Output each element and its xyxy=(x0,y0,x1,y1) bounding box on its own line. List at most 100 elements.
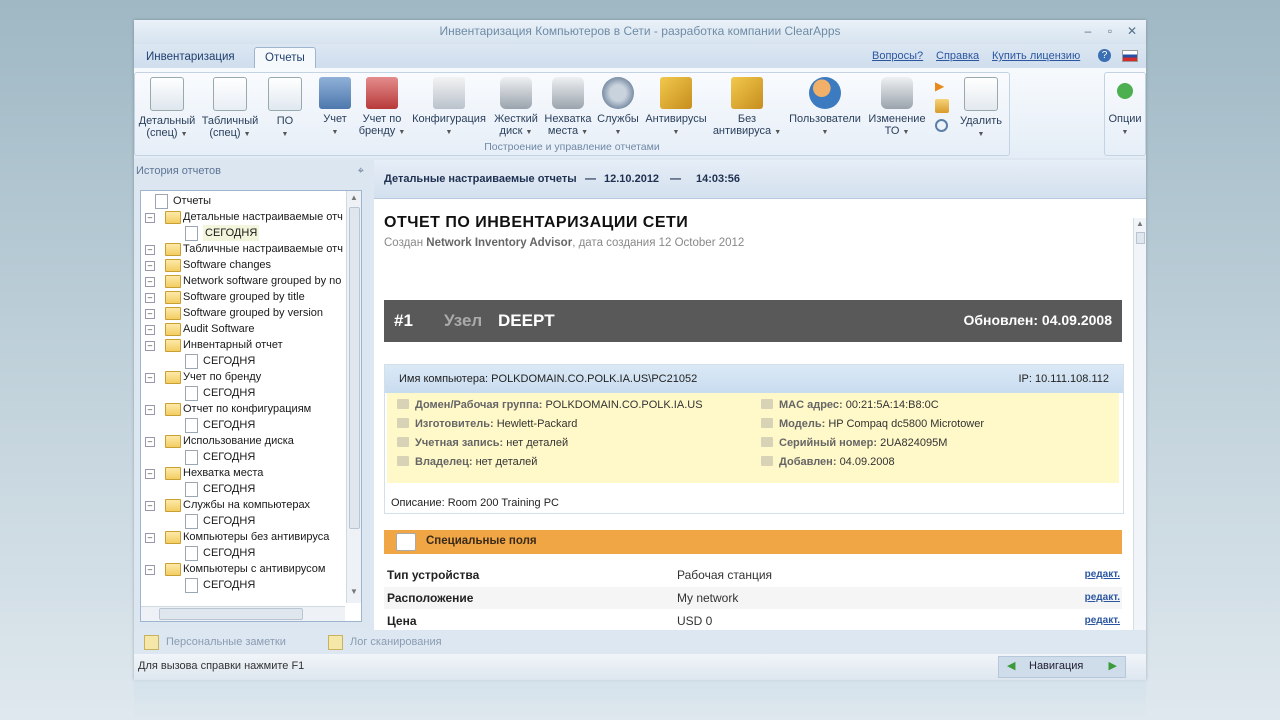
report-vertical-scrollbar[interactable]: ▲ xyxy=(1133,218,1146,630)
tree-item[interactable]: – Учет по бренду xyxy=(141,369,345,385)
software-button[interactable]: ПО ▼ xyxy=(265,77,305,141)
no-antivirus-icon xyxy=(731,77,763,109)
tree-item[interactable]: – Software changes xyxy=(141,257,345,273)
brand-button[interactable]: Учет по бренду ▼ xyxy=(357,77,407,139)
questions-link[interactable]: Вопросы? xyxy=(872,50,923,62)
tree-item[interactable]: СЕГОДНЯ xyxy=(141,417,345,433)
tree-expander-icon[interactable]: – xyxy=(145,341,155,351)
tree-item[interactable]: – Software grouped by version xyxy=(141,305,345,321)
tree-item[interactable]: – Табличные настраиваемые отч xyxy=(141,241,345,257)
edit-link[interactable]: редакт. xyxy=(1085,587,1120,609)
tree-item[interactable]: СЕГОДНЯ xyxy=(141,545,345,561)
users-button[interactable]: Пользователи ▼ xyxy=(785,77,865,139)
forward-arrow-icon[interactable]: ▶ xyxy=(1109,659,1117,672)
folder-icon xyxy=(165,211,181,224)
tree-expander-icon[interactable]: – xyxy=(145,261,155,271)
no-antivirus-button[interactable]: Без антивируса ▼ xyxy=(711,77,783,139)
tree-item[interactable]: Отчеты xyxy=(141,193,345,209)
tree-expander-icon[interactable]: – xyxy=(145,373,155,383)
inventory-button[interactable]: Учет ▼ xyxy=(315,77,355,139)
folder-icon xyxy=(165,531,181,544)
tree-item[interactable]: – Отчет по конфигурациям xyxy=(141,401,345,417)
edit-link[interactable]: редакт. xyxy=(1085,610,1120,632)
tree-item[interactable]: СЕГОДНЯ xyxy=(141,449,345,465)
tree-item-label: Учет по бренду xyxy=(183,371,262,383)
tree-expander-icon[interactable]: – xyxy=(145,309,155,319)
tree-expander-icon[interactable]: – xyxy=(145,277,155,287)
table-report-button[interactable]: Табличный (спец) ▼ xyxy=(199,77,261,141)
russian-flag-icon[interactable] xyxy=(1122,50,1138,62)
maximize-icon[interactable]: ▫ xyxy=(1100,22,1120,40)
close-icon[interactable]: ✕ xyxy=(1122,22,1142,40)
image-icon[interactable] xyxy=(935,99,949,113)
delete-report-button[interactable]: Удалить ▼ xyxy=(953,77,1009,141)
back-arrow-icon[interactable]: ◀ xyxy=(1007,659,1015,672)
detailed-report-button[interactable]: Детальный (спец) ▼ xyxy=(137,77,197,141)
tree-item[interactable]: СЕГОДНЯ xyxy=(141,577,345,593)
tree-item[interactable]: – Детальные настраиваемые отч xyxy=(141,209,345,225)
hard-disk-button[interactable]: Жесткий диск ▼ xyxy=(491,77,541,139)
tree-expander-icon[interactable]: – xyxy=(145,533,155,543)
tree-item[interactable]: СЕГОДНЯ xyxy=(141,481,345,497)
users-icon xyxy=(809,77,841,109)
buy-license-link[interactable]: Купить лицензию xyxy=(992,50,1080,62)
hard-disk-icon xyxy=(500,77,532,109)
report-doc-icon xyxy=(185,386,198,401)
tree-item[interactable]: СЕГОДНЯ xyxy=(141,385,345,401)
tree-item[interactable]: СЕГОДНЯ xyxy=(141,353,345,369)
tree-expander-icon[interactable]: – xyxy=(145,437,155,447)
field-row: Тип устройства Рабочая станция редакт. xyxy=(384,564,1122,586)
tree-expander-icon[interactable]: – xyxy=(145,565,155,575)
serial-icon xyxy=(761,437,773,447)
tree-item[interactable]: – Network software grouped by no xyxy=(141,273,345,289)
tab-inventory[interactable]: Инвентаризация xyxy=(136,47,245,68)
tree-item[interactable]: СЕГОДНЯ xyxy=(141,513,345,529)
services-button[interactable]: Службы ▼ xyxy=(595,77,641,139)
tree-item[interactable]: – Компьютеры без антивируса xyxy=(141,529,345,545)
options-button[interactable]: Опции ▼ xyxy=(1105,77,1145,139)
tree-item[interactable]: – Компьютеры с антивирусом xyxy=(141,561,345,577)
tree-expander-icon[interactable]: – xyxy=(145,469,155,479)
tree-item-label: Software grouped by version xyxy=(183,307,324,319)
tree-item[interactable]: – Software grouped by title xyxy=(141,289,345,305)
tab-scan-log[interactable]: Лог сканирования xyxy=(320,632,442,652)
antivirus-button[interactable]: Антивирусы ▼ xyxy=(641,77,711,139)
search-icon[interactable] xyxy=(935,119,948,132)
tree-expander-icon[interactable]: – xyxy=(145,293,155,303)
tree-expander-icon[interactable]: – xyxy=(145,325,155,335)
pin-icon[interactable]: ⌖ xyxy=(358,160,364,182)
tree-item[interactable]: – Использование диска xyxy=(141,433,345,449)
tree-item[interactable]: СЕГОДНЯ xyxy=(141,225,345,241)
tree-item[interactable]: – Инвентарный отчет xyxy=(141,337,345,353)
tree-expander-icon[interactable]: – xyxy=(145,245,155,255)
edit-link[interactable]: редакт. xyxy=(1085,564,1120,586)
tab-personal-notes[interactable]: Персональные заметки xyxy=(136,632,286,652)
tree-item-label: СЕГОДНЯ xyxy=(203,547,256,559)
tree-item[interactable]: – Audit Software xyxy=(141,321,345,337)
tree-expander-icon[interactable]: – xyxy=(145,213,155,223)
options-group: Опции ▼ xyxy=(1104,72,1146,156)
window-title: Инвентаризация Компьютеров в Сети - разр… xyxy=(439,24,841,38)
navigation-control[interactable]: ◀ Навигация ▶ xyxy=(998,656,1126,678)
low-space-button[interactable]: Нехватка места ▼ xyxy=(541,77,595,139)
configuration-button[interactable]: Конфигурация ▼ xyxy=(407,77,491,139)
tree-item-label: Software changes xyxy=(183,259,272,271)
tree-vertical-scrollbar[interactable]: ▲ ▼ xyxy=(346,191,361,603)
help-link[interactable]: Справка xyxy=(936,50,979,62)
tree-item-label: СЕГОДНЯ xyxy=(203,355,256,367)
log-icon xyxy=(328,635,343,650)
tree-item[interactable]: – Службы на компьютерах xyxy=(141,497,345,513)
app-window: Инвентаризация Компьютеров в Сети - разр… xyxy=(134,20,1146,680)
tree-horizontal-scrollbar[interactable] xyxy=(141,606,345,621)
account-icon xyxy=(397,437,409,447)
minimize-icon[interactable]: – xyxy=(1078,22,1098,40)
hardware-change-button[interactable]: Изменение ТО ▼ xyxy=(865,77,929,139)
tab-reports[interactable]: Отчеты xyxy=(254,47,316,69)
help-icon[interactable]: ? xyxy=(1098,49,1111,62)
tree-expander-icon[interactable]: – xyxy=(145,501,155,511)
node-details: Домен/Рабочая группа: POLKDOMAIN.CO.POLK… xyxy=(387,393,1119,483)
play-icon[interactable]: ▶ xyxy=(935,79,949,93)
tree-item[interactable]: – Нехватка места xyxy=(141,465,345,481)
reports-root-icon xyxy=(155,194,168,209)
tree-expander-icon[interactable]: – xyxy=(145,405,155,415)
